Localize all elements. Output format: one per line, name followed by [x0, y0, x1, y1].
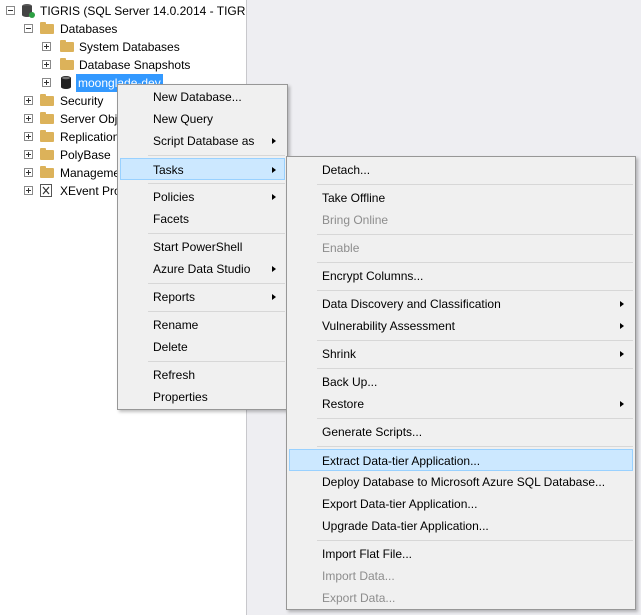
menu-item-restore[interactable]: Restore: [289, 393, 633, 415]
submenu-arrow-icon: [620, 301, 624, 307]
collapse-icon[interactable]: [6, 6, 15, 15]
database-snapshots-label: Database Snapshots: [79, 58, 191, 72]
menu-item-script-database-as[interactable]: Script Database as: [120, 130, 285, 152]
menu-separator: [317, 184, 633, 185]
folder-icon: [40, 130, 54, 142]
menu-item-deploy-azure[interactable]: Deploy Database to Microsoft Azure SQL D…: [289, 471, 633, 493]
tree-node-databases[interactable]: Databases: [0, 20, 246, 38]
folder-icon: [40, 22, 54, 34]
menu-separator: [148, 155, 285, 156]
menu-separator: [317, 368, 633, 369]
menu-item-facets[interactable]: Facets: [120, 208, 285, 230]
folder-icon: [40, 166, 54, 178]
database-context-menu: New Database... New Query Script Databas…: [117, 84, 288, 410]
server-objects-label: Server Obje: [60, 112, 125, 126]
menu-item-bring-online[interactable]: Bring Online: [289, 209, 633, 231]
menu-item-vulnerability-assessment[interactable]: Vulnerability Assessment: [289, 315, 633, 337]
expand-icon[interactable]: [24, 186, 33, 195]
folder-icon: [60, 58, 74, 70]
menu-separator: [317, 262, 633, 263]
database-icon: [61, 76, 71, 89]
menu-item-start-powershell[interactable]: Start PowerShell: [120, 236, 285, 258]
expand-icon[interactable]: [24, 168, 33, 177]
menu-separator: [148, 233, 285, 234]
submenu-arrow-icon: [620, 351, 624, 357]
expand-icon[interactable]: [42, 78, 51, 87]
menu-separator: [148, 311, 285, 312]
collapse-icon[interactable]: [24, 24, 33, 33]
menu-item-export-data-tier[interactable]: Export Data-tier Application...: [289, 493, 633, 515]
menu-item-data-discovery[interactable]: Data Discovery and Classification: [289, 293, 633, 315]
databases-label: Databases: [60, 22, 118, 36]
xevent-icon: [40, 184, 52, 197]
server-icon: [22, 4, 35, 18]
menu-separator: [317, 418, 633, 419]
folder-icon: [60, 40, 74, 52]
management-label: Manageme: [60, 166, 121, 180]
tree-node-server[interactable]: TIGRIS (SQL Server 14.0.2014 - TIGRIS\Ed: [0, 2, 246, 20]
menu-item-back-up[interactable]: Back Up...: [289, 371, 633, 393]
menu-item-new-database[interactable]: New Database...: [120, 86, 285, 108]
menu-item-enable[interactable]: Enable: [289, 237, 633, 259]
menu-item-reports[interactable]: Reports: [120, 286, 285, 308]
menu-separator: [148, 283, 285, 284]
submenu-arrow-icon: [272, 167, 276, 173]
tasks-submenu: Detach... Take Offline Bring Online Enab…: [286, 156, 636, 610]
menu-item-extract-data-tier[interactable]: Extract Data-tier Application...: [289, 449, 633, 471]
menu-item-export-data[interactable]: Export Data...: [289, 587, 633, 609]
system-databases-label: System Databases: [79, 40, 180, 54]
tree-node-system-databases[interactable]: System Databases: [0, 38, 246, 56]
xevent-label: XEvent Pro: [60, 184, 121, 198]
submenu-arrow-icon: [620, 323, 624, 329]
submenu-arrow-icon: [620, 401, 624, 407]
menu-separator: [317, 446, 633, 447]
menu-item-detach[interactable]: Detach...: [289, 159, 633, 181]
tree-node-database-snapshots[interactable]: Database Snapshots: [0, 56, 246, 74]
menu-item-azure-data-studio[interactable]: Azure Data Studio: [120, 258, 285, 280]
submenu-arrow-icon: [272, 194, 276, 200]
menu-item-delete[interactable]: Delete: [120, 336, 285, 358]
submenu-arrow-icon: [272, 294, 276, 300]
folder-icon: [40, 148, 54, 160]
submenu-arrow-icon: [272, 266, 276, 272]
replication-label: Replication: [60, 130, 120, 144]
menu-separator: [148, 361, 285, 362]
menu-item-import-flat-file[interactable]: Import Flat File...: [289, 543, 633, 565]
menu-item-import-data[interactable]: Import Data...: [289, 565, 633, 587]
menu-separator: [148, 183, 285, 184]
menu-separator: [317, 540, 633, 541]
menu-separator: [317, 234, 633, 235]
server-label: TIGRIS (SQL Server 14.0.2014 - TIGRIS\Ed: [40, 4, 246, 18]
menu-item-encrypt-columns[interactable]: Encrypt Columns...: [289, 265, 633, 287]
menu-item-new-query[interactable]: New Query: [120, 108, 285, 130]
menu-item-properties[interactable]: Properties: [120, 386, 285, 408]
menu-item-policies[interactable]: Policies: [120, 186, 285, 208]
expand-icon[interactable]: [24, 96, 33, 105]
menu-item-upgrade-data-tier[interactable]: Upgrade Data-tier Application...: [289, 515, 633, 537]
folder-icon: [40, 94, 54, 106]
folder-icon: [40, 112, 54, 124]
polybase-label: PolyBase: [60, 148, 111, 162]
expand-icon[interactable]: [42, 60, 51, 69]
expand-icon[interactable]: [24, 114, 33, 123]
menu-separator: [317, 290, 633, 291]
expand-icon[interactable]: [24, 132, 33, 141]
expand-icon[interactable]: [24, 150, 33, 159]
menu-separator: [317, 340, 633, 341]
expand-icon[interactable]: [42, 42, 51, 51]
menu-item-tasks[interactable]: Tasks: [120, 158, 285, 180]
menu-item-generate-scripts[interactable]: Generate Scripts...: [289, 421, 633, 443]
menu-item-take-offline[interactable]: Take Offline: [289, 187, 633, 209]
menu-item-shrink[interactable]: Shrink: [289, 343, 633, 365]
menu-item-rename[interactable]: Rename: [120, 314, 285, 336]
security-label: Security: [60, 94, 104, 108]
menu-item-refresh[interactable]: Refresh: [120, 364, 285, 386]
submenu-arrow-icon: [272, 138, 276, 144]
